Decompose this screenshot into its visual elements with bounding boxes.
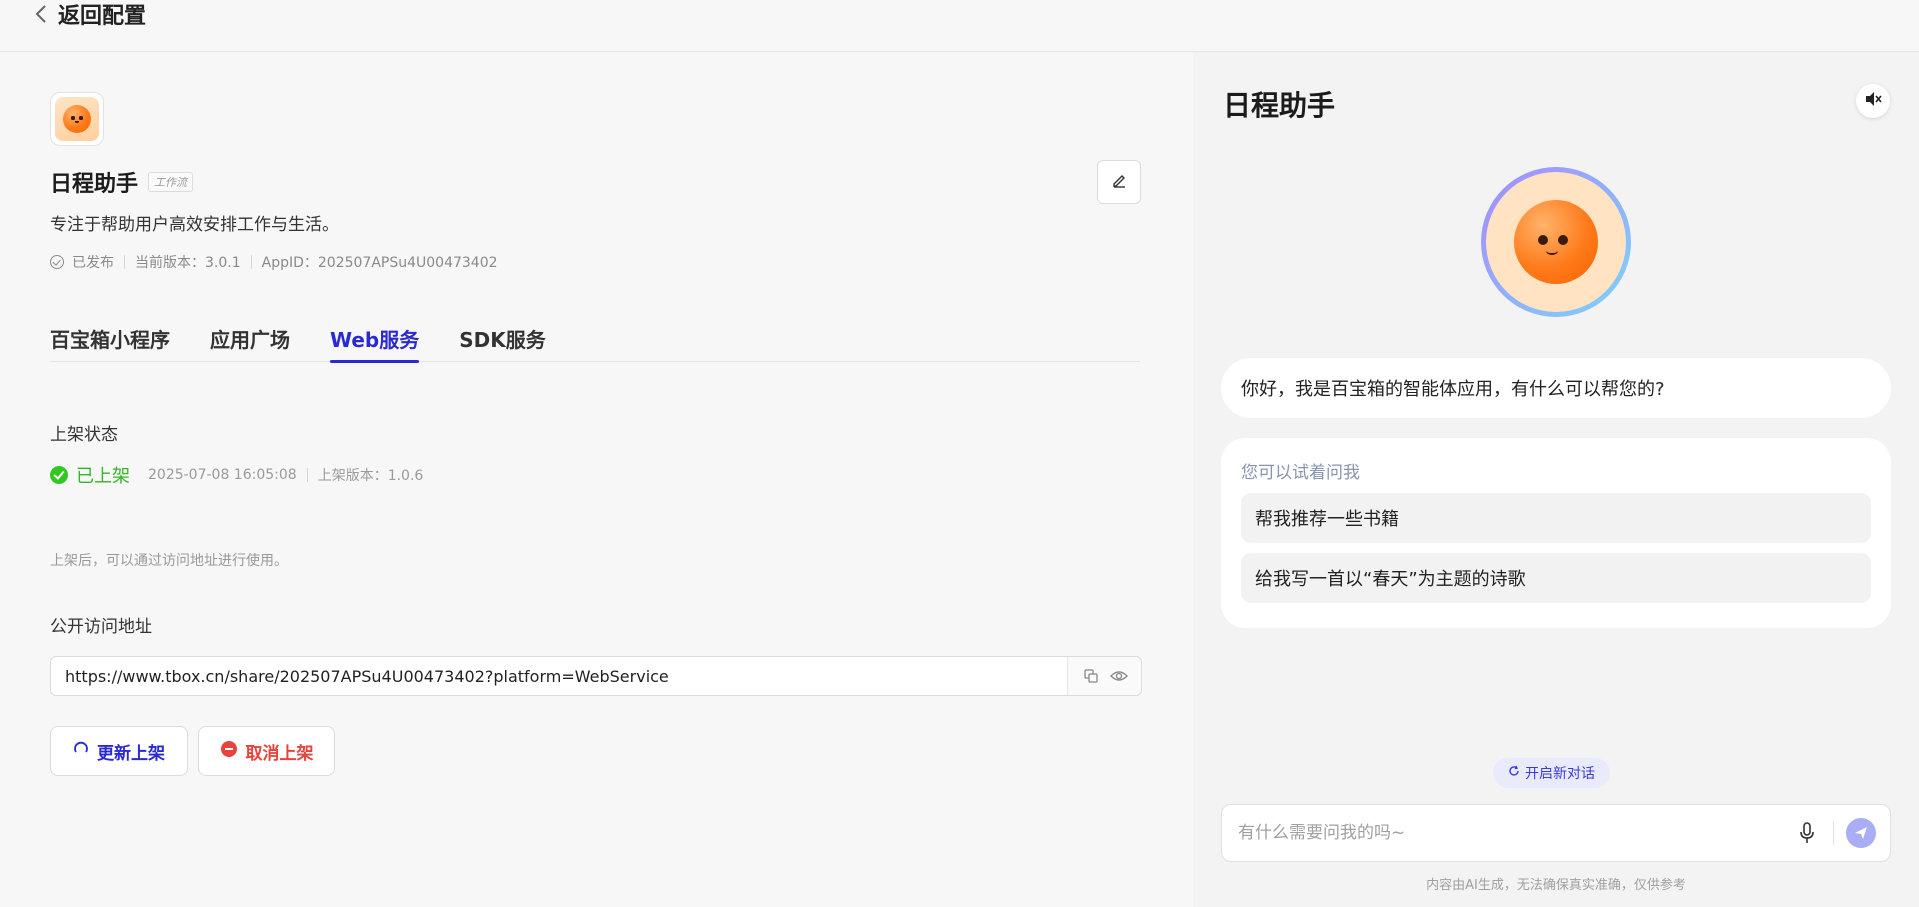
success-check-icon xyxy=(50,466,68,484)
chevron-left-icon xyxy=(34,3,48,25)
app-id: AppID：202507APSu4U00473402 xyxy=(261,255,498,271)
public-url-label: 公开访问地址 xyxy=(50,617,152,637)
service-tabs: 百宝箱小程序 应用广场 Web服务 SDK服务 xyxy=(50,320,1140,363)
config-panel: 日程助手 工作流 专注于帮助用户高效安排工作与生活。 已发布 当前版本：3.0.… xyxy=(0,52,1193,907)
listing-timestamp: 2025-07-08 16:05:08 xyxy=(148,467,297,483)
public-url-value[interactable]: https://www.tbox.cn/share/202507APSu4U00… xyxy=(51,667,1067,686)
listing-section-label: 上架状态 xyxy=(50,425,118,445)
suggestion-title: 您可以试着问我 xyxy=(1241,463,1360,483)
new-chat-button[interactable]: 开启新对话 xyxy=(1493,758,1610,788)
chat-input[interactable] xyxy=(1238,823,1793,843)
tab-app-plaza[interactable]: 应用广场 xyxy=(210,320,290,362)
greeting-message: 你好，我是百宝箱的智能体应用，有什么可以帮您的? xyxy=(1221,358,1891,418)
chat-input-bar xyxy=(1221,804,1891,862)
orange-mascot-icon xyxy=(1514,200,1598,284)
mute-button[interactable] xyxy=(1856,84,1890,118)
minus-circle-icon xyxy=(220,740,238,763)
cancel-listing-label: 取消上架 xyxy=(245,743,314,764)
speaker-mute-icon xyxy=(1864,91,1882,111)
app-meta: 已发布 当前版本：3.0.1 AppID：202507APSu4U0047340… xyxy=(50,252,498,272)
app-type-badge: 工作流 xyxy=(148,172,194,192)
refresh-icon xyxy=(1508,765,1520,781)
current-version: 当前版本：3.0.1 xyxy=(135,255,241,271)
suggestion-card: 您可以试着问我 帮我推荐一些书籍 给我写一首以“春天”为主题的诗歌 xyxy=(1221,438,1891,628)
refresh-icon xyxy=(73,741,89,762)
edit-button[interactable] xyxy=(1097,160,1141,204)
update-listing-label: 更新上架 xyxy=(97,743,165,764)
update-listing-button[interactable]: 更新上架 xyxy=(50,726,188,776)
new-chat-label: 开启新对话 xyxy=(1525,766,1595,782)
suggestion-item[interactable]: 帮我推荐一些书籍 xyxy=(1241,493,1871,543)
suggestion-item[interactable]: 给我写一首以“春天”为主题的诗歌 xyxy=(1241,553,1871,603)
public-url-field: https://www.tbox.cn/share/202507APSu4U00… xyxy=(50,656,1142,696)
ai-disclaimer: 内容由AI生成，无法确保真实准确，仅供参考 xyxy=(1426,878,1686,893)
top-bar: 返回配置 xyxy=(0,0,1919,52)
listing-status: 已上架 xyxy=(76,466,130,487)
send-button[interactable] xyxy=(1846,818,1876,848)
app-title-row: 日程助手 工作流 xyxy=(50,166,194,198)
listing-status-row: 已上架 2025-07-08 16:05:08 上架版本：1.0.6 xyxy=(50,462,423,488)
pencil-icon xyxy=(1111,172,1127,192)
copy-icon[interactable] xyxy=(1082,667,1100,685)
published-check-icon xyxy=(50,255,64,269)
tab-sdk-service[interactable]: SDK服务 xyxy=(459,320,546,362)
app-name: 日程助手 xyxy=(50,172,139,197)
tab-web-service[interactable]: Web服务 xyxy=(330,320,420,363)
back-button[interactable]: 返回配置 xyxy=(34,0,147,29)
publish-status: 已发布 xyxy=(72,255,114,271)
back-label: 返回配置 xyxy=(58,4,147,29)
listed-version: 上架版本：1.0.6 xyxy=(317,468,424,484)
tab-mini-program[interactable]: 百宝箱小程序 xyxy=(50,320,170,362)
cancel-listing-button[interactable]: 取消上架 xyxy=(198,726,335,776)
eye-icon[interactable] xyxy=(1109,667,1128,685)
listing-hint: 上架后，可以通过访问地址进行使用。 xyxy=(50,553,288,569)
assistant-avatar xyxy=(1481,167,1631,317)
app-description: 专注于帮助用户高效安排工作与生活。 xyxy=(50,215,339,235)
url-actions xyxy=(1067,657,1141,695)
orange-mascot-icon xyxy=(63,105,91,133)
microphone-icon[interactable] xyxy=(1793,819,1821,847)
chat-preview-panel: 日程助手 你好，我是百宝箱的智能体应用，有什么可以帮您的? 您可以试着问我 帮我… xyxy=(1193,52,1919,907)
chat-title: 日程助手 xyxy=(1223,89,1336,122)
app-logo xyxy=(50,92,104,146)
